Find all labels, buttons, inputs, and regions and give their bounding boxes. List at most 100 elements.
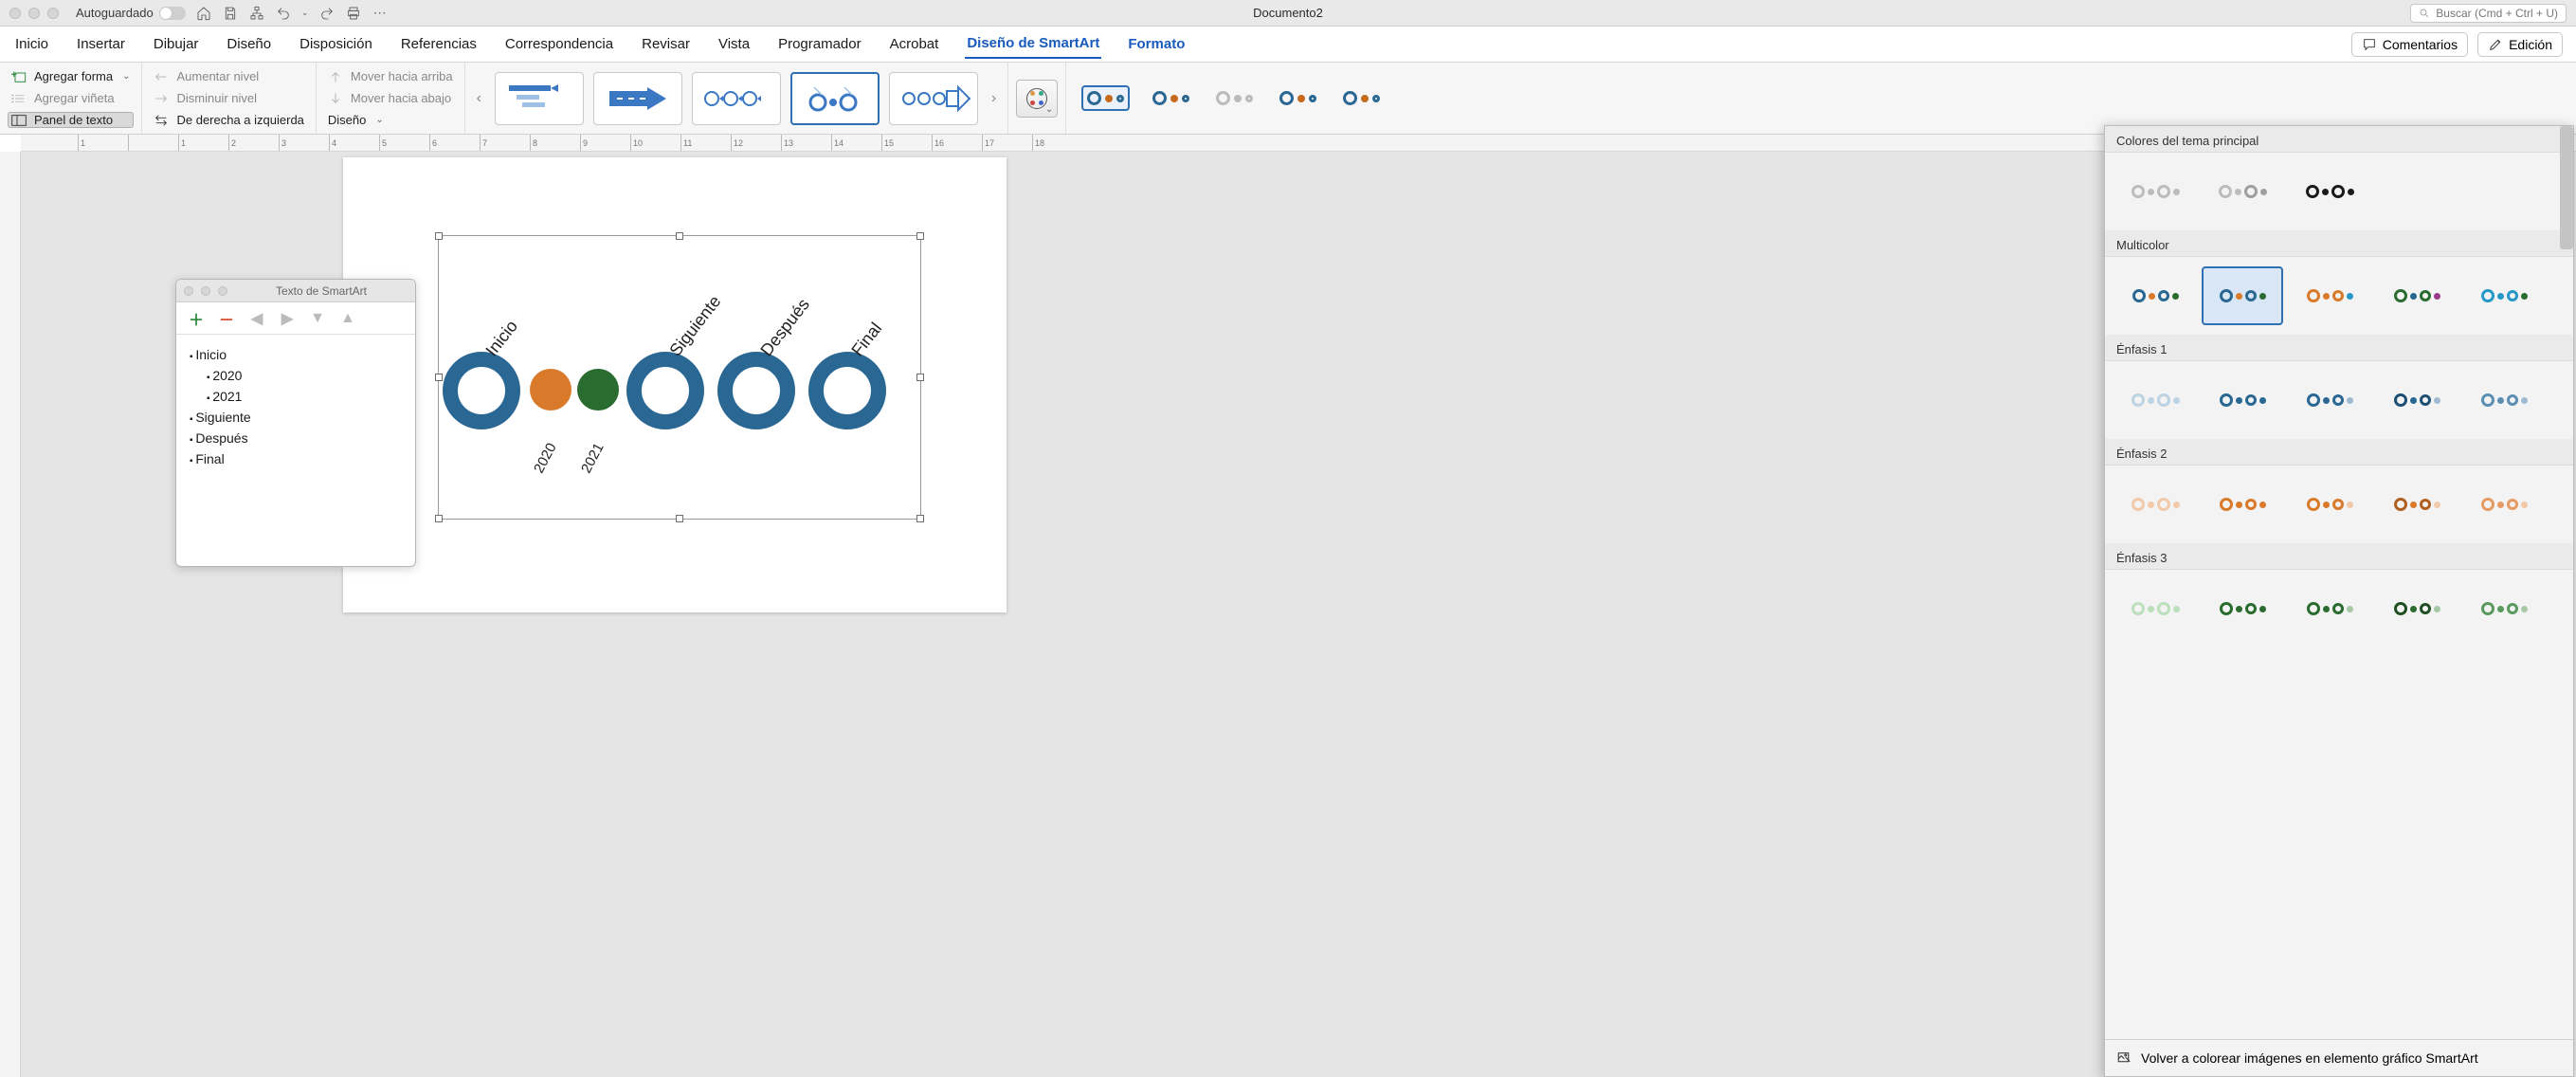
add-bullet-button[interactable]: Agregar viñeta	[8, 90, 134, 106]
style-option-4[interactable]	[1276, 87, 1320, 109]
color-option[interactable]	[2289, 266, 2370, 325]
edit-button[interactable]: Edición	[2477, 32, 2563, 57]
color-option[interactable]	[2376, 371, 2458, 429]
smartart-graphic[interactable]: InicioSiguienteDespuésFinal20202021	[439, 236, 920, 519]
color-option[interactable]	[2289, 475, 2370, 534]
color-option[interactable]	[2202, 579, 2283, 638]
color-option[interactable]	[2202, 266, 2283, 325]
text-pane-list[interactable]: Inicio20202021SiguienteDespuésFinal	[176, 335, 415, 479]
undo-icon[interactable]	[275, 5, 292, 22]
search-input[interactable]: Buscar (Cmd + Ctrl + U)	[2410, 4, 2567, 23]
color-option[interactable]	[2463, 371, 2545, 429]
smartart-subnode[interactable]	[577, 369, 619, 411]
tab-programador[interactable]: Programador	[776, 30, 863, 58]
tab-insertar[interactable]: Insertar	[75, 30, 127, 58]
tp-left-icon[interactable]: ◀	[248, 310, 265, 327]
text-pane-item[interactable]: Inicio	[190, 344, 402, 365]
color-option[interactable]	[2463, 475, 2545, 534]
color-option[interactable]	[2463, 579, 2545, 638]
tab-disposicion[interactable]: Disposición	[298, 30, 374, 58]
color-option[interactable]	[2114, 579, 2196, 638]
tp-add-icon[interactable]: ＋	[188, 310, 205, 327]
zoom-dot[interactable]	[47, 8, 59, 19]
layout-option-2[interactable]	[593, 72, 682, 125]
smartart-node[interactable]	[717, 352, 795, 429]
print-icon[interactable]	[345, 5, 362, 22]
color-option[interactable]	[2376, 266, 2458, 325]
pane-close-dot[interactable]	[184, 286, 193, 296]
color-option[interactable]	[2202, 371, 2283, 429]
color-dropdown[interactable]: Colores del tema principalMulticolorÉnfa…	[2104, 125, 2574, 1077]
tab-correspondencia[interactable]: Correspondencia	[503, 30, 615, 58]
smartart-text-pane[interactable]: Texto de SmartArt ＋ － ◀ ▶ ▼ ▲ Inicio2020…	[175, 279, 416, 567]
dropdown-scrollbar[interactable]	[2560, 126, 2573, 249]
tp-down-icon[interactable]: ▼	[309, 310, 326, 327]
smartart-node[interactable]	[808, 352, 886, 429]
close-dot[interactable]	[9, 8, 21, 19]
home-icon[interactable]	[195, 5, 212, 22]
text-pane-item[interactable]: Final	[190, 448, 402, 469]
tp-up-icon[interactable]: ▲	[339, 310, 356, 327]
layout-next-button[interactable]: ›	[988, 90, 1000, 107]
toggle-icon[interactable]	[159, 7, 186, 20]
tab-vista[interactable]: Vista	[717, 30, 752, 58]
tab-inicio[interactable]: Inicio	[13, 30, 50, 58]
color-option[interactable]	[2114, 162, 2196, 221]
undo-chevron-icon[interactable]: ⌄	[301, 5, 309, 22]
color-option[interactable]	[2114, 266, 2196, 325]
text-pane-titlebar[interactable]: Texto de SmartArt	[176, 280, 415, 302]
text-pane-item[interactable]: Después	[190, 428, 402, 448]
layout-prev-button[interactable]: ‹	[473, 90, 485, 107]
promote-button[interactable]: Aumentar nivel	[150, 68, 307, 84]
comments-button[interactable]: Comentarios	[2351, 32, 2468, 57]
layout-option-3[interactable]	[692, 72, 781, 125]
smartart-node[interactable]	[443, 352, 520, 429]
color-option[interactable]	[2376, 475, 2458, 534]
minimize-dot[interactable]	[28, 8, 40, 19]
color-option[interactable]	[2289, 162, 2370, 221]
tp-remove-icon[interactable]: －	[218, 310, 235, 327]
color-option[interactable]	[2376, 579, 2458, 638]
demote-button[interactable]: Disminuir nivel	[150, 90, 307, 106]
style-option-2[interactable]	[1149, 87, 1193, 109]
redo-icon[interactable]	[318, 5, 336, 22]
color-option[interactable]	[2202, 475, 2283, 534]
tab-acrobat[interactable]: Acrobat	[888, 30, 941, 58]
text-pane-item[interactable]: Siguiente	[190, 407, 402, 428]
color-option[interactable]	[2114, 371, 2196, 429]
more-icon[interactable]: ⋯	[372, 5, 389, 22]
color-option[interactable]	[2463, 266, 2545, 325]
text-panel-button[interactable]: Panel de texto	[8, 112, 134, 128]
layout-option-5[interactable]	[889, 72, 978, 125]
save-icon[interactable]	[222, 5, 239, 22]
layout-dropdown[interactable]: Diseño⌄	[324, 112, 457, 128]
add-shape-button[interactable]: Agregar forma⌄	[8, 68, 134, 84]
tab-formato[interactable]: Formato	[1126, 30, 1187, 58]
pane-min-dot[interactable]	[201, 286, 210, 296]
move-down-button[interactable]: Mover hacia abajo	[324, 90, 457, 106]
tab-revisar[interactable]: Revisar	[640, 30, 692, 58]
tab-dibujar[interactable]: Dibujar	[152, 30, 201, 58]
move-up-button[interactable]: Mover hacia arriba	[324, 68, 457, 84]
tp-right-icon[interactable]: ▶	[279, 310, 296, 327]
text-pane-item[interactable]: 2021	[207, 386, 402, 407]
style-option-1-selected[interactable]	[1081, 85, 1130, 111]
color-option[interactable]	[2289, 371, 2370, 429]
layout-option-4-selected[interactable]	[790, 72, 880, 125]
text-pane-item[interactable]: 2020	[207, 365, 402, 386]
color-option[interactable]	[2114, 475, 2196, 534]
autosave-toggle[interactable]: Autoguardado	[76, 6, 186, 20]
recolor-images-button[interactable]: Volver a colorear imágenes en elemento g…	[2105, 1039, 2573, 1076]
tab-smartart-design[interactable]: Diseño de SmartArt	[965, 29, 1101, 59]
tab-referencias[interactable]: Referencias	[399, 30, 479, 58]
color-option[interactable]	[2202, 162, 2283, 221]
style-option-5[interactable]	[1339, 87, 1384, 109]
change-colors-button[interactable]: ⌄	[1008, 63, 1066, 134]
hierarchy-icon[interactable]	[248, 5, 265, 22]
tab-diseno[interactable]: Diseño	[225, 30, 273, 58]
rtl-button[interactable]: De derecha a izquierda	[150, 112, 307, 128]
color-option[interactable]	[2289, 579, 2370, 638]
pane-zoom-dot[interactable]	[218, 286, 227, 296]
smartart-frame[interactable]: InicioSiguienteDespuésFinal20202021	[438, 235, 921, 520]
layout-option-1[interactable]	[495, 72, 584, 125]
